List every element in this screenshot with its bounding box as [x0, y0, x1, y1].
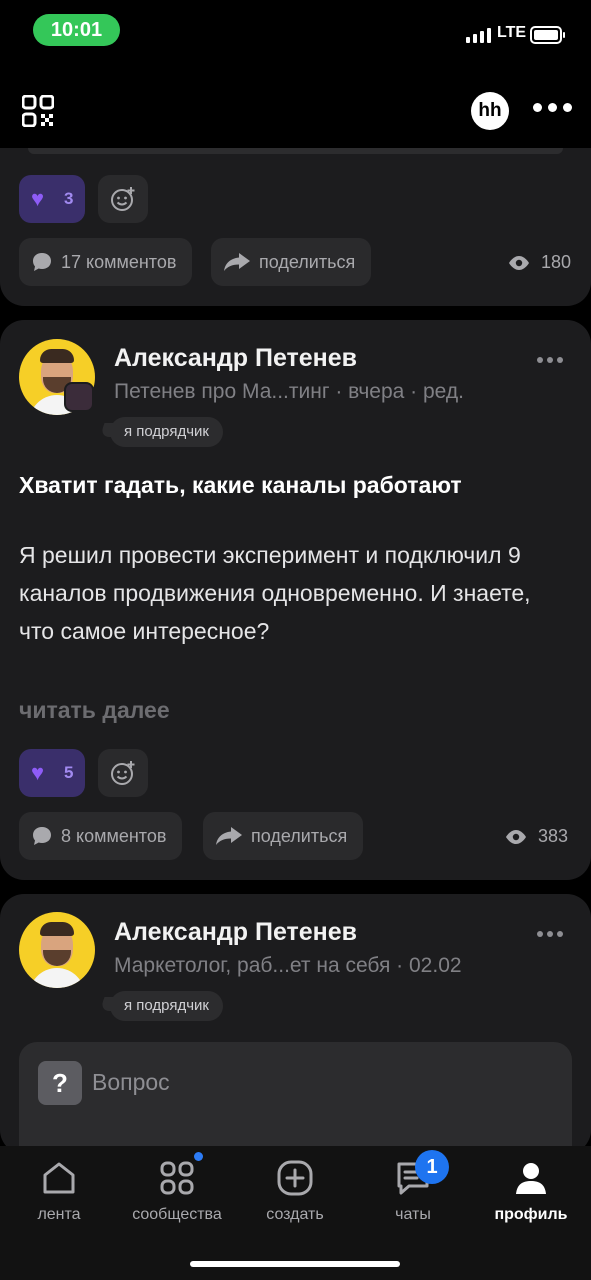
tab-profile[interactable]: профиль [472, 1158, 590, 1224]
tab-label: лента [37, 1206, 81, 1223]
share-icon [216, 827, 242, 845]
comments-label: 8 комментов [61, 825, 167, 846]
heart-icon: ♥ [31, 186, 45, 211]
reaction-button[interactable]: ♥ 5 [19, 749, 85, 797]
reaction-button[interactable]: ♥ 3 [19, 175, 85, 223]
post-options-icon[interactable] [537, 357, 563, 363]
comments-label: 17 комментов [61, 251, 177, 272]
signal-icon [466, 27, 491, 43]
battery-icon [530, 26, 565, 44]
grid-icon [160, 1161, 194, 1195]
comments-button[interactable]: 8 комментов [19, 812, 183, 860]
share-button[interactable]: поделиться [203, 812, 364, 860]
views-counter: 180 [507, 252, 571, 273]
add-emoji-icon [111, 187, 135, 211]
role-tag: я подрядчик [110, 991, 223, 1021]
post-meta[interactable]: Петенев про Ма...тинг · вчера · ред. [114, 380, 464, 404]
author-name[interactable]: Александр Петенев [114, 918, 357, 947]
views-counter: 383 [504, 826, 568, 847]
comment-icon [33, 827, 51, 845]
more-menu-icon[interactable] [533, 103, 572, 112]
views-count: 383 [538, 826, 569, 846]
post-card: Александр Петенев Маркетолог, раб...ет н… [0, 894, 591, 1154]
post-card: Александр Петенев Петенев про Ма...тинг … [0, 320, 591, 880]
question-block[interactable]: ? Вопрос [19, 1042, 572, 1154]
network-type: LTE [497, 24, 527, 41]
community-avatar [64, 382, 94, 412]
status-bar: 10:01 LTE [0, 0, 591, 64]
heart-icon: ♥ [31, 760, 45, 785]
qr-code-icon[interactable] [22, 95, 54, 127]
reaction-count: 5 [64, 763, 74, 782]
tab-chats[interactable]: 1 чаты [354, 1150, 472, 1224]
hh-avatar-button[interactable]: hh [471, 92, 509, 130]
share-label: поделиться [259, 251, 356, 272]
share-button[interactable]: поделиться [211, 238, 372, 286]
post-title[interactable]: Хватит гадать, какие каналы работают [19, 472, 462, 499]
bottom-tab-bar: лента сообщества создать 1 чаты профиль [0, 1146, 591, 1280]
home-indicator [190, 1261, 400, 1267]
author-avatar[interactable] [19, 912, 95, 988]
share-icon [224, 253, 250, 271]
status-time: 10:01 [33, 14, 120, 46]
post-meta[interactable]: Маркетолог, раб...ет на себя · 02.02 [114, 954, 462, 978]
post-body[interactable]: Я решил провести эксперимент и подключил… [19, 536, 559, 650]
share-label: поделиться [251, 825, 348, 846]
tab-label: сообщества [132, 1206, 222, 1223]
add-reaction-button[interactable] [98, 749, 148, 797]
views-count: 180 [541, 252, 572, 272]
tab-label: профиль [494, 1206, 568, 1223]
tab-create[interactable]: создать [236, 1158, 354, 1224]
add-emoji-icon [111, 761, 135, 785]
question-icon: ? [38, 1061, 82, 1105]
profile-icon [516, 1163, 546, 1194]
add-reaction-button[interactable] [98, 175, 148, 223]
card-divider [28, 148, 563, 154]
question-label: Вопрос [92, 1069, 170, 1095]
tab-label: создать [266, 1206, 324, 1223]
read-more-link[interactable]: читать далее [19, 697, 170, 724]
role-tag: я подрядчик [110, 417, 223, 447]
tab-label: чаты [395, 1206, 431, 1223]
post-options-icon[interactable] [537, 931, 563, 937]
home-icon [43, 1162, 75, 1194]
eye-icon [506, 829, 526, 844]
comments-button[interactable]: 17 комментов [19, 238, 193, 286]
chats-badge: 1 [415, 1150, 449, 1184]
eye-icon [509, 255, 529, 270]
notification-dot [194, 1152, 203, 1161]
plus-icon [277, 1160, 313, 1196]
reaction-count: 3 [64, 189, 74, 208]
post-card: ♥ 3 17 комментов поделиться 180 [0, 148, 591, 306]
author-name[interactable]: Александр Петенев [114, 344, 357, 373]
tab-communities[interactable]: сообщества [118, 1152, 236, 1224]
tab-feed[interactable]: лента [0, 1158, 118, 1224]
comment-icon [33, 253, 51, 271]
